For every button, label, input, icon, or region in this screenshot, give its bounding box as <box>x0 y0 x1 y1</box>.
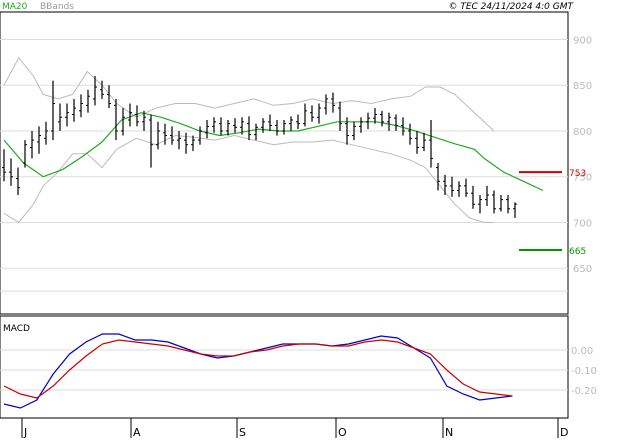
legend-bbands: BBands <box>40 2 74 12</box>
y-tick-label: 800 <box>573 127 592 138</box>
y-tick-label: 650 <box>573 264 592 275</box>
macd-panel: 0.00 -0.10 -0.20 MACD <box>0 315 597 419</box>
level-label: 665 <box>569 247 586 257</box>
copyright-text: © TEC 24/11/2024 4:0 GMT <box>448 2 574 12</box>
x-month-label: D <box>560 426 568 439</box>
x-month-label: S <box>239 426 246 439</box>
macd-y-tick-label: 0.00 <box>571 346 593 357</box>
level-label: 753 <box>569 169 586 179</box>
macd-y-axis: 0.00 -0.10 -0.20 <box>571 346 597 397</box>
x-month-label: A <box>133 426 141 439</box>
x-month-label: N <box>445 426 453 439</box>
x-axis: JASOND <box>0 417 568 439</box>
x-month-label: J <box>23 426 27 439</box>
y-tick-label: 900 <box>573 35 592 46</box>
x-month-label: O <box>338 426 347 439</box>
price-y-axis: 650700750800850900 <box>573 35 592 275</box>
price-panel: 650700750800850900 753665 <box>0 11 592 315</box>
header: MA20 BBands © TEC 24/11/2024 4:0 GMT <box>0 0 627 12</box>
macd-y-tick-label: -0.20 <box>571 386 597 397</box>
y-tick-label: 700 <box>573 218 592 229</box>
y-tick-label: 850 <box>573 81 592 92</box>
macd-y-tick-label: -0.10 <box>571 366 597 377</box>
chart-stage: MA20 BBands © TEC 24/11/2024 4:0 GMT 650… <box>0 0 627 440</box>
macd-title: MACD <box>3 324 30 334</box>
chart-canvas: MA20 BBands © TEC 24/11/2024 4:0 GMT 650… <box>0 0 627 439</box>
legend-ma20: MA20 <box>2 2 28 12</box>
